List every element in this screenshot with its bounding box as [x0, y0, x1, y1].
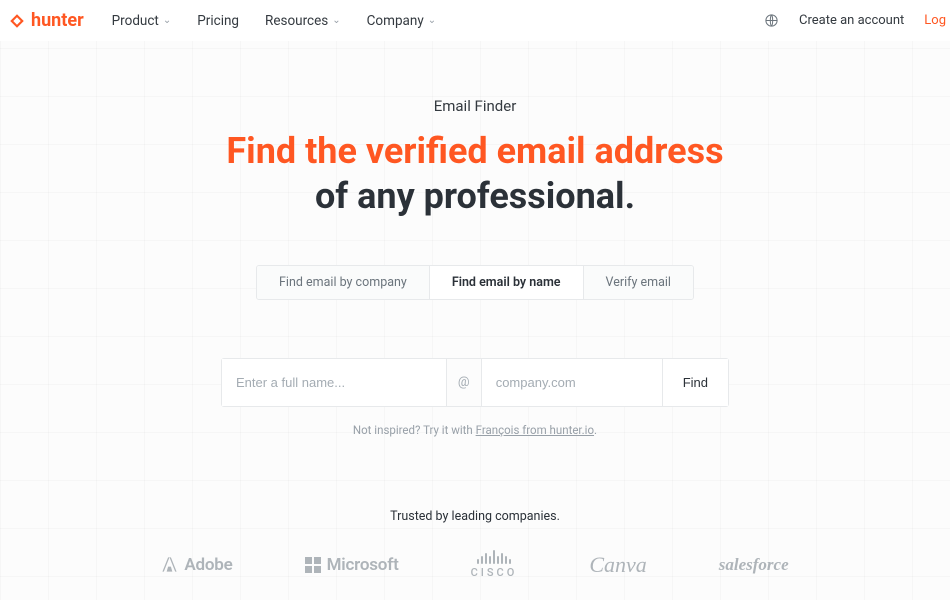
nav-resources-label: Resources — [265, 13, 328, 29]
cisco-icon — [477, 550, 511, 564]
right-nav: Create an account Log — [764, 13, 950, 28]
microsoft-label: Microsoft — [327, 555, 399, 575]
search-tabs: Find email by company Find email by name… — [256, 265, 694, 300]
brand-microsoft: Microsoft — [305, 555, 399, 575]
brand-name: hunter — [31, 10, 84, 31]
nav-product[interactable]: Product ⌄ — [112, 13, 172, 29]
tip-suffix: . — [594, 423, 597, 437]
tab-verify-email[interactable]: Verify email — [584, 266, 693, 299]
chevron-down-icon: ⌄ — [332, 15, 340, 26]
name-input[interactable] — [222, 359, 446, 406]
at-separator: @ — [446, 359, 482, 406]
nav-company-label: Company — [367, 13, 424, 29]
chevron-down-icon: ⌄ — [163, 15, 171, 26]
header: hunter Product ⌄ Pricing Resources ⌄ Com… — [0, 0, 950, 41]
nav-company[interactable]: Company ⌄ — [367, 13, 436, 29]
tip-link[interactable]: François from hunter.io — [476, 423, 594, 437]
trusted-by-line: Trusted by leading companies. — [0, 509, 950, 524]
example-tip: Not inspired? Try it with François from … — [0, 423, 950, 437]
brand-adobe: Adobe — [161, 555, 232, 575]
chevron-down-icon: ⌄ — [428, 15, 436, 26]
tab-find-by-name[interactable]: Find email by name — [430, 266, 584, 299]
nav-pricing-label: Pricing — [197, 13, 239, 29]
primary-nav: Product ⌄ Pricing Resources ⌄ Company ⌄ — [112, 13, 764, 29]
hero-kicker: Email Finder — [0, 97, 950, 115]
find-button[interactable]: Find — [662, 359, 728, 406]
adobe-icon — [161, 556, 178, 573]
headline-highlight: Find the verified email address — [0, 129, 950, 174]
domain-input[interactable] — [482, 359, 662, 406]
headline-sub: of any professional. — [0, 174, 950, 219]
brand-cisco: CISCO — [471, 550, 518, 579]
hero-headline: Find the verified email address of any p… — [0, 129, 950, 219]
nav-pricing[interactable]: Pricing — [197, 13, 239, 29]
brand-logo[interactable]: hunter — [8, 10, 84, 31]
trusted-logos: Adobe Microsoft CISCO Canva salesforce — [0, 550, 950, 579]
create-account-link[interactable]: Create an account — [799, 13, 904, 28]
adobe-label: Adobe — [184, 555, 232, 575]
brand-salesforce: salesforce — [719, 555, 789, 575]
tab-find-by-company[interactable]: Find email by company — [257, 266, 430, 299]
cisco-label: CISCO — [471, 566, 518, 579]
search-row: @ Find — [221, 358, 729, 407]
microsoft-icon — [305, 557, 321, 573]
nav-resources[interactable]: Resources ⌄ — [265, 13, 341, 29]
tip-prefix: Not inspired? Try it with — [353, 423, 476, 437]
logo-icon — [8, 12, 26, 30]
nav-product-label: Product — [112, 13, 159, 29]
login-link[interactable]: Log — [924, 13, 946, 28]
brand-canva: Canva — [589, 552, 646, 578]
globe-icon[interactable] — [764, 13, 779, 28]
hero: Email Finder Find the verified email add… — [0, 41, 950, 579]
